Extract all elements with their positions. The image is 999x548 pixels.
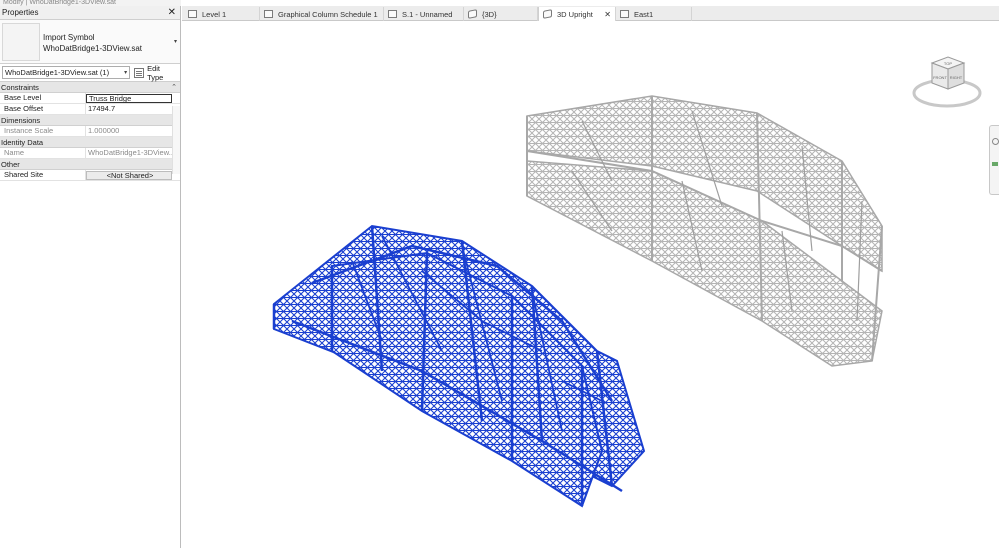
type-selector[interactable]: Import Symbol WhoDatBridge1-3DView.sat ▾ [0,20,180,64]
edit-type-button[interactable]: Edit Type [134,64,178,82]
property-label: Instance Scale [0,126,86,136]
instance-filter-dropdown[interactable]: WhoDatBridge1-3DView.sat (1) ▾ [2,66,131,79]
edit-type-icon [134,67,145,78]
viewcube-front-label: FRONT [933,75,947,80]
tab-3d-upright[interactable]: 3D Upright ✕ [538,7,616,21]
group-label: Constraints [1,82,39,92]
group-label: Other [1,159,20,169]
viewcube-right-label: RIGHT [950,75,963,80]
3d-view-icon [543,9,552,19]
viewcube[interactable]: TOP FRONT RIGHT [912,49,982,121]
tab-label: Graphical Column Schedule 1 [278,9,378,19]
name-value: WhoDatBridge1-3DView... [88,148,172,157]
view-tab-bar: Level 1 Graphical Column Schedule 1 S.1 … [182,6,999,21]
instance-filter-value: WhoDatBridge1-3DView.sat (1) [5,68,110,77]
3d-view-canvas[interactable]: TOP FRONT RIGHT [182,21,999,548]
3d-view-icon [468,9,477,19]
base-level-field[interactable]: Truss Bridge [86,94,172,103]
property-label: Name [0,148,86,158]
type-name: WhoDatBridge1-3DView.sat [43,44,143,53]
chevron-down-icon: ▾ [124,70,128,76]
tab-label: {3D} [482,9,497,19]
selected-bridge[interactable] [272,224,646,508]
type-family: Import Symbol [43,33,95,42]
group-label: Identity Data [1,137,44,147]
close-icon[interactable]: ✕ [168,7,176,18]
collapse-icon[interactable]: ⌃ [171,83,177,91]
tab-label: S.1 - Unnamed [402,9,453,19]
property-row-name: Name WhoDatBridge1-3DView... [0,148,180,159]
model-graphics [272,95,883,508]
schedule-icon [264,10,273,18]
property-row-base-level: Base Level Truss Bridge [0,93,180,104]
group-identity-data[interactable]: Identity Data ⌃ [0,137,180,148]
tab-graphical-column-schedule[interactable]: Graphical Column Schedule 1 [260,7,384,21]
unselected-bridge[interactable] [526,95,883,367]
property-label: Shared Site [0,170,86,180]
property-label: Base Offset [0,104,86,114]
group-label: Dimensions [1,115,41,125]
tab-east1[interactable]: East1 [616,7,692,21]
instance-filter-row: WhoDatBridge1-3DView.sat (1) ▾ Edit Type [0,64,180,82]
edit-type-label: Edit Type [147,63,164,82]
instance-scale-value: 1.000000 [88,126,120,135]
floor-plan-icon [188,10,197,18]
type-thumbnail [2,23,40,61]
property-row-shared-site: Shared Site <Not Shared> [0,170,180,181]
properties-title: Properties [2,8,39,17]
elevation-icon [620,10,629,18]
shared-site-button[interactable]: <Not Shared> [86,171,172,180]
group-other[interactable]: Other ⌃ [0,159,180,170]
property-row-base-offset: Base Offset 17494.7 [0,104,180,115]
zoom-icon[interactable] [992,162,998,166]
chevron-down-icon[interactable]: ▾ [174,38,177,45]
properties-header: Properties ✕ [0,6,180,20]
tab-label: Level 1 [202,9,227,19]
properties-scrollbar[interactable] [172,106,180,174]
sheet-icon [388,10,397,18]
viewcube-top-label: TOP [944,61,952,66]
navigation-bar[interactable] [989,125,999,195]
close-icon[interactable]: ✕ [604,10,611,19]
tab-3d[interactable]: {3D} [464,7,538,21]
property-label: Base Level [0,93,86,103]
group-constraints[interactable]: Constraints ⌃ [0,82,180,93]
base-offset-field[interactable]: 17494.7 [86,104,172,114]
tab-label: East1 [634,9,654,19]
group-dimensions[interactable]: Dimensions ⌃ [0,115,180,126]
property-row-instance-scale: Instance Scale 1.000000 [0,126,180,137]
properties-palette: Properties ✕ Import Symbol WhoDatBridge1… [0,6,181,548]
steering-wheel-icon[interactable] [992,138,999,145]
tab-sheet-s1[interactable]: S.1 - Unnamed [384,7,464,21]
revit-window: Modify | WhoDatBridge1-3DView.sat Proper… [0,0,999,548]
tab-level-1[interactable]: Level 1 [184,7,260,21]
tab-label: 3D Upright [557,9,593,19]
